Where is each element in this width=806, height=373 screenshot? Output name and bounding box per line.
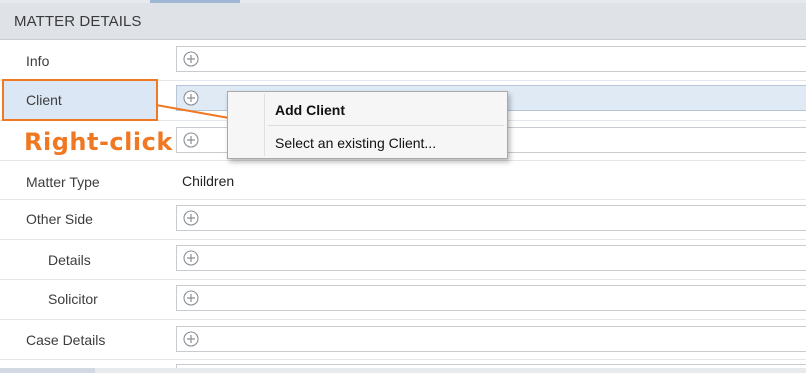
select-existing-client-label[interactable]: Select an existing Client... [275, 135, 436, 151]
context-menu: Add Client Select an existing Client... [227, 91, 508, 159]
menu-item-add-client[interactable]: Add Client [228, 92, 507, 125]
menu-item-select-existing-client[interactable]: Select an existing Client... [228, 126, 507, 158]
add-client-label[interactable]: Add Client [275, 102, 345, 118]
annotation-arrow [155, 104, 256, 127]
